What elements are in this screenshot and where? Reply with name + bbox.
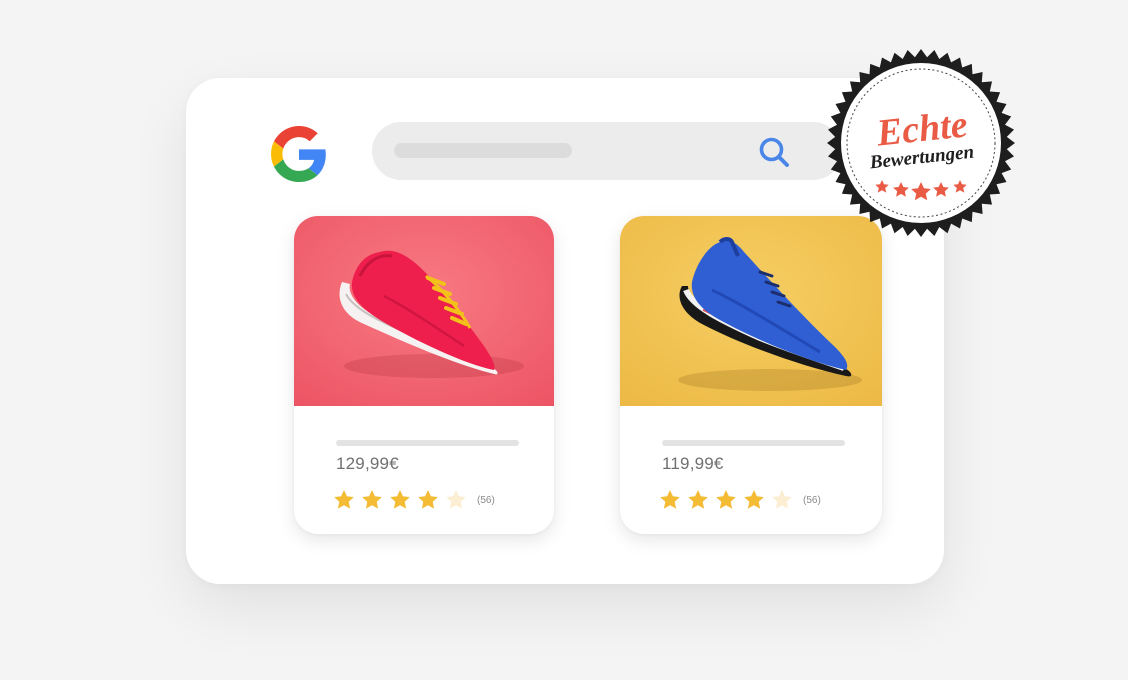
product-title-placeholder xyxy=(336,440,519,446)
google-logo xyxy=(271,126,327,182)
star-filled-icon xyxy=(660,490,680,509)
search-icon[interactable] xyxy=(756,134,792,170)
star-filled-icon xyxy=(688,490,708,509)
product-image-blue-shoe[interactable] xyxy=(620,216,882,406)
product-price: 129,99€ xyxy=(336,454,399,473)
product-rating: (56) xyxy=(658,487,821,513)
product-card[interactable]: 129,99€ (56) xyxy=(294,216,554,534)
star-empty-icon xyxy=(446,490,466,509)
star-filled-icon xyxy=(418,490,438,509)
review-count: (56) xyxy=(477,494,495,506)
star-filled-icon xyxy=(362,490,382,509)
search-bar[interactable] xyxy=(372,122,842,180)
product-price: 119,99€ xyxy=(662,454,724,473)
product-image-red-shoe[interactable] xyxy=(294,216,554,406)
product-rating: (56) xyxy=(332,487,495,513)
star-filled-icon xyxy=(390,490,410,509)
product-card[interactable]: 119,99€ (56) xyxy=(620,216,882,534)
star-filled-icon xyxy=(744,490,764,509)
search-placeholder-bar xyxy=(394,143,572,158)
star-filled-icon xyxy=(716,490,736,509)
star-filled-icon xyxy=(334,490,354,509)
star-empty-icon xyxy=(772,490,792,509)
product-title-placeholder xyxy=(662,440,845,446)
echte-bewertungen-seal: Echte Bewertungen xyxy=(826,48,1016,238)
review-count: (56) xyxy=(803,494,821,506)
